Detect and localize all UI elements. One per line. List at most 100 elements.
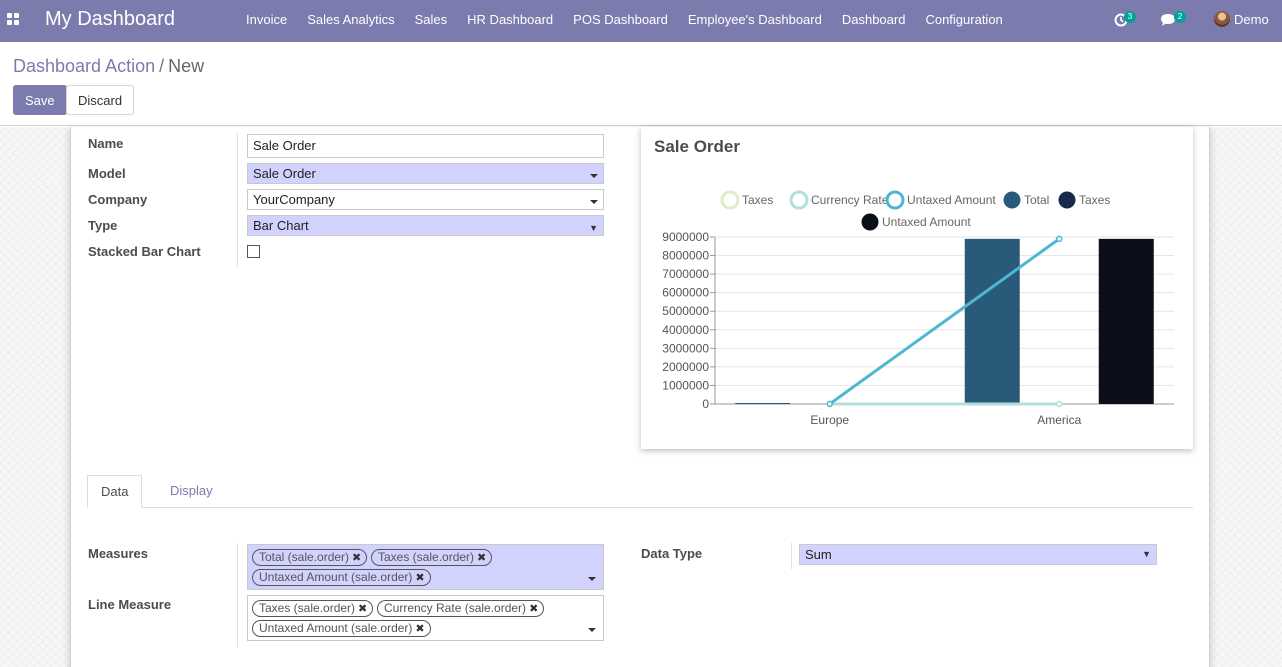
menu-item-sales[interactable]: Sales (405, 0, 458, 42)
legend-marker (789, 190, 809, 210)
legend-marker (885, 190, 905, 210)
legend-label: Currency Rate (811, 193, 889, 207)
remove-tag-icon[interactable]: ✖ (415, 572, 424, 584)
name-label: Name (88, 136, 124, 151)
breadcrumb: Dashboard Action / New (13, 56, 204, 77)
data-type-label: Data Type (641, 546, 703, 561)
company-value: YourCompany (253, 192, 335, 207)
form-sheet: Name Model Company Type Stacked Bar Char… (70, 127, 1210, 667)
legend-marker (720, 190, 740, 210)
stacked-label: Stacked Bar Chart (88, 244, 201, 259)
legend-label: Untaxed Amount (907, 193, 996, 207)
tab-display[interactable]: Display (157, 475, 226, 508)
legend-label: Untaxed Amount (882, 215, 971, 229)
remove-tag-icon[interactable]: ✖ (477, 552, 486, 564)
select-arrow-icon: ▼ (589, 223, 598, 233)
model-label: Model (88, 166, 126, 181)
line-point (1056, 235, 1063, 243)
y-tick-label: 4000000 (662, 323, 709, 337)
app-brand[interactable]: My Dashboard (45, 8, 175, 31)
user-menu[interactable]: Demo (1212, 0, 1282, 42)
menu-item-pos-dashboard[interactable]: POS Dashboard (563, 0, 678, 42)
name-input[interactable]: Sale Order (247, 134, 604, 158)
legend-label: Total (1024, 193, 1049, 207)
data-type-divider (791, 543, 792, 569)
y-tick-label: 0 (702, 397, 709, 411)
measure-tag-label: Total (sale.order) (259, 550, 350, 564)
menu-item-sales-analytics[interactable]: Sales Analytics (297, 0, 404, 42)
measure-tag: Total (sale.order) ✖ (252, 549, 368, 566)
main-menu: Invoice Sales Analytics Sales HR Dashboard P… (236, 0, 1013, 42)
chevron-down-icon (588, 577, 596, 581)
menu-item-configuration[interactable]: Configuration (915, 0, 1012, 42)
menu-item-employee-s-dashboard[interactable]: Employee's Dashboard (678, 0, 832, 42)
name-value: Sale Order (253, 138, 316, 153)
activity-button[interactable]: 3 (1112, 0, 1142, 42)
y-tick-label: 5000000 (662, 304, 709, 318)
remove-tag-icon[interactable]: ✖ (415, 623, 424, 635)
user-avatar (1214, 11, 1230, 27)
measures-tags-input[interactable]: Total (sale.order) ✖ Taxes (sale.order) ✖ … (247, 544, 604, 590)
y-tick-label: 7000000 (662, 267, 709, 281)
remove-tag-icon[interactable]: ✖ (352, 552, 361, 564)
line-measure-tag-label: Taxes (sale.order) (259, 601, 356, 615)
tab-data[interactable]: Data (87, 475, 143, 508)
legend-marker (1058, 191, 1076, 209)
line-measure-tag-label: Untaxed Amount (sale.order) (259, 621, 413, 635)
company-select[interactable]: YourCompany (247, 189, 604, 210)
systray: 3 2 Demo (1102, 0, 1282, 42)
line-measure-tag: Untaxed Amount (sale.order) ✖ (252, 620, 431, 637)
select-arrow-icon: ▼ (1142, 549, 1151, 559)
chevron-down-icon (590, 174, 598, 178)
measure-tag: Untaxed Amount (sale.order) ✖ (252, 569, 431, 586)
line-measure-tags-input[interactable]: Taxes (sale.order) ✖ Currency Rate (sale.… (247, 595, 604, 641)
save-button[interactable]: Save (13, 85, 67, 115)
model-select[interactable]: Sale Order (247, 163, 604, 184)
type-value: Bar Chart (253, 218, 309, 233)
remove-tag-icon[interactable]: ✖ (529, 603, 538, 615)
messages-badge: 2 (1174, 11, 1186, 23)
line-point (1056, 400, 1063, 408)
y-tick-label: 6000000 (662, 286, 709, 300)
measure-tag: Taxes (sale.order) ✖ (371, 549, 493, 566)
type-select[interactable]: Bar Chart ▼ (247, 215, 604, 236)
measures-label: Measures (88, 546, 148, 561)
line-point (826, 400, 833, 408)
data-type-value: Sum (805, 547, 832, 562)
line-measure-tag-label: Currency Rate (sale.order) (384, 601, 527, 615)
breadcrumb-parent[interactable]: Dashboard Action (13, 56, 155, 76)
line-measure-tag: Taxes (sale.order) ✖ (252, 600, 374, 617)
activity-badge: 3 (1124, 11, 1136, 23)
bar (735, 403, 791, 404)
series-line (828, 237, 1061, 406)
menu-item-dashboard[interactable]: Dashboard (832, 0, 916, 42)
data-label-divider (237, 543, 238, 647)
top-navbar: My Dashboard Invoice Sales Analytics Sales… (0, 0, 1282, 42)
notebook-tabs: Data Display (87, 475, 1193, 508)
y-tick-label: 2000000 (662, 360, 709, 374)
data-type-select[interactable]: Sum ▼ (799, 544, 1157, 565)
line-measure-label: Line Measure (88, 597, 172, 612)
form-area: Name Model Company Type Stacked Bar Char… (0, 127, 1282, 667)
x-tick-label: America (1037, 413, 1081, 427)
remove-tag-icon[interactable]: ✖ (358, 603, 367, 615)
type-label: Type (88, 218, 118, 233)
bar (1098, 238, 1154, 404)
x-tick-label: Europe (810, 413, 849, 427)
messages-button[interactable]: 2 (1158, 0, 1188, 42)
y-tick-label: 1000000 (662, 378, 709, 392)
y-tick-label: 9000000 (662, 230, 709, 244)
menu-item-hr-dashboard[interactable]: HR Dashboard (457, 0, 563, 42)
measure-tag-label: Untaxed Amount (sale.order) (259, 570, 413, 584)
legend-marker (1003, 191, 1021, 209)
bar-chart: 0 1000000 2000000 3000000 4000000 5000000 6000… (662, 190, 1174, 427)
user-name: Demo (1234, 12, 1269, 27)
bar (964, 238, 1020, 404)
discard-button[interactable]: Discard (66, 85, 135, 115)
menu-item-invoice[interactable]: Invoice (236, 0, 297, 42)
stacked-checkbox[interactable] (247, 245, 260, 258)
chevron-down-icon (588, 628, 596, 632)
breadcrumb-separator: / (159, 56, 165, 76)
apps-menu-icon[interactable] (7, 13, 20, 26)
measure-tag-label: Taxes (sale.order) (378, 550, 475, 564)
